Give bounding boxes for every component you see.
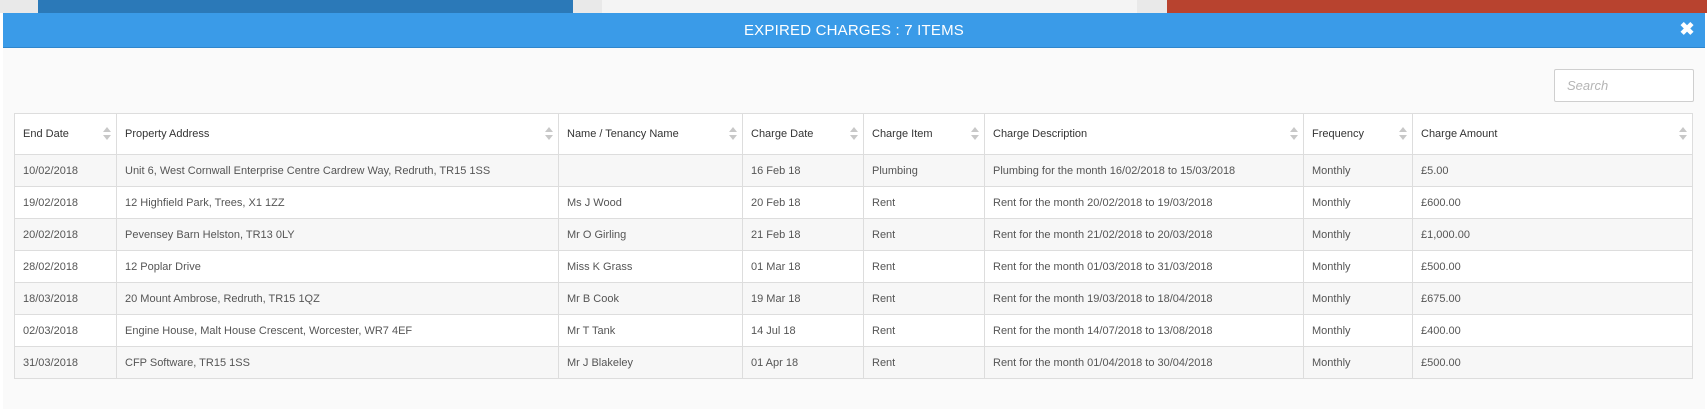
- cell-charge-item: Rent: [863, 346, 985, 379]
- cell-charge-item: Rent: [863, 186, 985, 219]
- table-row[interactable]: 31/03/2018 CFP Software, TR15 1SS Mr J Bla…: [14, 346, 1693, 379]
- cell-frequency: Monthly: [1303, 186, 1413, 219]
- sort-icon[interactable]: [1679, 127, 1687, 141]
- cell-charge-description: Rent for the month 01/03/2018 to 31/03/2…: [984, 250, 1304, 283]
- cell-frequency: Monthly: [1303, 250, 1413, 283]
- cell-tenancy-name: Mr B Cook: [558, 282, 743, 315]
- column-header-charge-amount[interactable]: Charge Amount: [1412, 113, 1693, 155]
- column-header-property-address[interactable]: Property Address: [116, 113, 559, 155]
- sort-icon[interactable]: [545, 127, 553, 141]
- cell-charge-amount: £500.00: [1412, 346, 1693, 379]
- column-header-label: Charge Item: [872, 128, 933, 140]
- sort-icon[interactable]: [971, 127, 979, 141]
- table-row[interactable]: 02/03/2018 Engine House, Malt House Cresc…: [14, 314, 1693, 347]
- cell-charge-date: 16 Feb 18: [742, 154, 864, 187]
- cell-frequency: Monthly: [1303, 346, 1413, 379]
- cell-charge-amount: £1,000.00: [1412, 218, 1693, 251]
- cell-charge-date: 21 Feb 18: [742, 218, 864, 251]
- cell-end-date: 28/02/2018: [14, 250, 117, 283]
- sort-icon[interactable]: [729, 127, 737, 141]
- expired-charges-table: End Date Property Address Name / Tenancy N…: [14, 113, 1693, 379]
- cell-end-date: 18/03/2018: [14, 282, 117, 315]
- cell-property-address: 12 Highfield Park, Trees, X1 1ZZ: [116, 186, 559, 219]
- column-header-label: Frequency: [1312, 128, 1364, 140]
- sort-icon[interactable]: [850, 127, 858, 141]
- column-header-label: Name / Tenancy Name: [567, 128, 679, 140]
- cell-charge-description: Rent for the month 20/02/2018 to 19/03/2…: [984, 186, 1304, 219]
- cell-end-date: 02/03/2018: [14, 314, 117, 347]
- cell-charge-date: 01 Mar 18: [742, 250, 864, 283]
- table-row[interactable]: 18/03/2018 20 Mount Ambrose, Redruth, TR1…: [14, 282, 1693, 315]
- cell-tenancy-name: Mr T Tank: [558, 314, 743, 347]
- column-header-label: Charge Description: [993, 128, 1088, 140]
- sort-icon[interactable]: [1290, 127, 1298, 141]
- cell-charge-description: Rent for the month 14/07/2018 to 13/08/2…: [984, 314, 1304, 347]
- column-header-label: Charge Amount: [1421, 128, 1498, 140]
- cell-charge-description: Rent for the month 21/02/2018 to 20/03/2…: [984, 218, 1304, 251]
- table-header-row: End Date Property Address Name / Tenancy N…: [14, 113, 1693, 155]
- table-row[interactable]: 28/02/2018 12 Poplar Drive Miss K Grass 01 …: [14, 250, 1693, 283]
- expired-charges-modal: EXPIRED CHARGES : 7 ITEMS ✖ End Date Prop…: [3, 13, 1705, 409]
- cell-property-address: Engine House, Malt House Crescent, Worce…: [116, 314, 559, 347]
- column-header-label: Charge Date: [751, 128, 814, 140]
- cell-tenancy-name: Miss K Grass: [558, 250, 743, 283]
- column-header-end-date[interactable]: End Date: [14, 113, 117, 155]
- table-row[interactable]: 19/02/2018 12 Highfield Park, Trees, X1 1…: [14, 186, 1693, 219]
- close-icon[interactable]: ✖: [1677, 19, 1697, 39]
- cell-charge-amount: £600.00: [1412, 186, 1693, 219]
- modal-title: EXPIRED CHARGES : 7 ITEMS: [743, 21, 965, 39]
- cell-charge-description: Rent for the month 01/04/2018 to 30/04/2…: [984, 346, 1304, 379]
- modal-header: EXPIRED CHARGES : 7 ITEMS ✖: [3, 13, 1705, 48]
- cell-property-address: CFP Software, TR15 1SS: [116, 346, 559, 379]
- cell-charge-date: 01 Apr 18: [742, 346, 864, 379]
- cell-tenancy-name: Mr O Girling: [558, 218, 743, 251]
- cell-property-address: 20 Mount Ambrose, Redruth, TR15 1QZ: [116, 282, 559, 315]
- search-box: [1554, 69, 1694, 102]
- column-header-label: End Date: [23, 128, 69, 140]
- cell-frequency: Monthly: [1303, 154, 1413, 187]
- cell-charge-item: Rent: [863, 314, 985, 347]
- cell-frequency: Monthly: [1303, 218, 1413, 251]
- cell-charge-item: Rent: [863, 250, 985, 283]
- cell-property-address: Pevensey Barn Helston, TR13 0LY: [116, 218, 559, 251]
- cell-charge-amount: £500.00: [1412, 250, 1693, 283]
- search-input[interactable]: [1554, 69, 1694, 102]
- cell-tenancy-name: Mr J Blakeley: [558, 346, 743, 379]
- cell-charge-description: Rent for the month 19/03/2018 to 18/04/2…: [984, 282, 1304, 315]
- column-header-tenancy-name[interactable]: Name / Tenancy Name: [558, 113, 743, 155]
- cell-charge-item: Rent: [863, 218, 985, 251]
- cell-end-date: 10/02/2018: [14, 154, 117, 187]
- cell-end-date: 31/03/2018: [14, 346, 117, 379]
- cell-charge-item: Plumbing: [863, 154, 985, 187]
- sort-icon[interactable]: [103, 127, 111, 141]
- cell-charge-date: 20 Feb 18: [742, 186, 864, 219]
- background-panel-light: [602, 0, 1137, 13]
- table-body: 10/02/2018 Unit 6, West Cornwall Enterpri…: [14, 154, 1693, 379]
- cell-end-date: 20/02/2018: [14, 218, 117, 251]
- column-header-label: Property Address: [125, 128, 210, 140]
- cell-tenancy-name: [558, 154, 743, 187]
- column-header-charge-description[interactable]: Charge Description: [984, 113, 1304, 155]
- cell-charge-item: Rent: [863, 282, 985, 315]
- column-header-charge-date[interactable]: Charge Date: [742, 113, 864, 155]
- sort-icon[interactable]: [1399, 127, 1407, 141]
- cell-frequency: Monthly: [1303, 282, 1413, 315]
- cell-charge-amount: £675.00: [1412, 282, 1693, 315]
- column-header-frequency[interactable]: Frequency: [1303, 113, 1413, 155]
- background-panel-red: [1167, 0, 1707, 13]
- column-header-charge-item[interactable]: Charge Item: [863, 113, 985, 155]
- cell-end-date: 19/02/2018: [14, 186, 117, 219]
- cell-charge-amount: £400.00: [1412, 314, 1693, 347]
- cell-charge-amount: £5.00: [1412, 154, 1693, 187]
- cell-tenancy-name: Ms J Wood: [558, 186, 743, 219]
- cell-property-address: 12 Poplar Drive: [116, 250, 559, 283]
- cell-charge-date: 19 Mar 18: [742, 282, 864, 315]
- table-row[interactable]: 10/02/2018 Unit 6, West Cornwall Enterpri…: [14, 154, 1693, 187]
- cell-property-address: Unit 6, West Cornwall Enterprise Centre …: [116, 154, 559, 187]
- background-panel-blue: [38, 0, 573, 13]
- cell-charge-date: 14 Jul 18: [742, 314, 864, 347]
- table-row[interactable]: 20/02/2018 Pevensey Barn Helston, TR13 0L…: [14, 218, 1693, 251]
- cell-charge-description: Plumbing for the month 16/02/2018 to 15/…: [984, 154, 1304, 187]
- cell-frequency: Monthly: [1303, 314, 1413, 347]
